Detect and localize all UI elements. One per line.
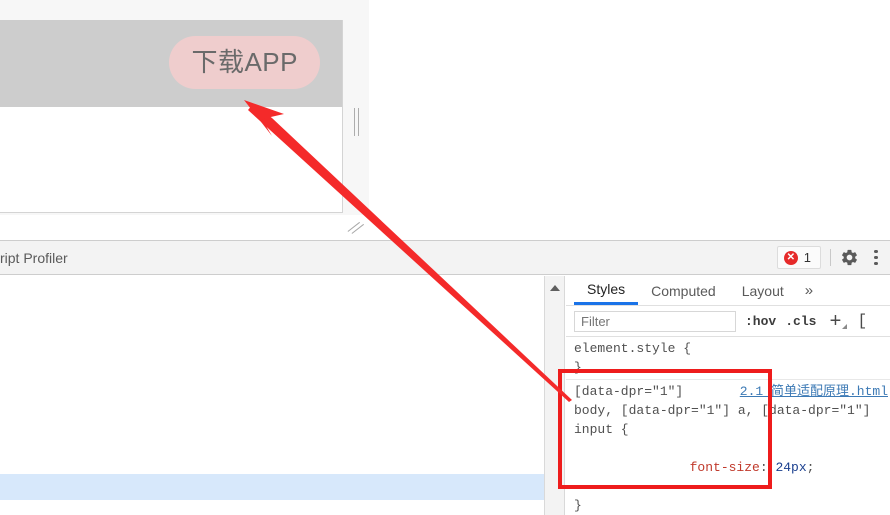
css-property-name[interactable]: font-size — [690, 460, 760, 475]
more-vertical-icon[interactable] — [868, 248, 884, 267]
css-rule-element-style[interactable]: element.style { } — [566, 337, 890, 379]
css-colon: : — [759, 460, 776, 475]
devtools-header-toolbar: ✕ 1 — [545, 240, 890, 275]
screenshot-root: 下载APP ript Profiler ✕ 1 Styles Computed … — [0, 0, 890, 515]
css-selector[interactable]: [data-dpr="1"] — [574, 382, 683, 401]
new-style-rule-button[interactable]: + — [825, 311, 848, 331]
css-rule-close-brace: } — [574, 498, 582, 513]
page-viewport: 下载APP — [0, 20, 343, 213]
download-app-button[interactable]: 下载APP — [169, 36, 320, 89]
styles-sidebar-body: Styles Computed Layout » :hov .cls + [ e… — [566, 276, 890, 515]
cls-toggle-button[interactable]: .cls — [785, 314, 816, 329]
tabs-overflow-chevron-icon[interactable]: » — [797, 276, 821, 305]
grip-line — [358, 108, 359, 136]
page-preview-pane: 下载APP — [0, 0, 369, 215]
gear-icon[interactable] — [840, 248, 859, 267]
selected-element-row[interactable] — [0, 474, 544, 500]
css-selector[interactable]: element.style { — [574, 339, 890, 358]
tab-styles[interactable]: Styles — [574, 276, 639, 305]
tab-computed[interactable]: Computed — [638, 276, 729, 305]
css-rule-close-brace: } — [574, 360, 582, 375]
corner-resize-handle-icon[interactable] — [347, 220, 365, 236]
tab-layout[interactable]: Layout — [729, 276, 797, 305]
page-body-area — [0, 107, 342, 212]
css-rules-list: element.style { } [data-dpr="1"] 2.1 简单适… — [566, 337, 890, 515]
filter-input[interactable] — [574, 310, 736, 332]
horizontal-resize-grip[interactable] — [352, 108, 362, 136]
css-property-value[interactable]: 24px — [775, 460, 806, 475]
css-rule-data-dpr[interactable]: [data-dpr="1"] 2.1 简单适配原理.html body, [da… — [566, 379, 890, 515]
elements-tree-pane[interactable] — [0, 276, 545, 515]
panel-tab-javascript-profiler[interactable]: ript Profiler — [0, 250, 68, 266]
styles-filter-toolbar: :hov .cls + [ — [566, 306, 890, 337]
error-count-label: 1 — [803, 250, 811, 265]
kebab-dot — [874, 262, 878, 266]
hov-toggle-button[interactable]: :hov — [745, 314, 776, 329]
toolbar-divider — [830, 249, 831, 266]
styles-sidebar: Styles Computed Layout » :hov .cls + [ e… — [545, 276, 890, 515]
devtools-panel-tabs-strip: ript Profiler — [0, 240, 545, 275]
kebab-dot — [874, 255, 878, 260]
page-header-bar: 下载APP — [0, 20, 342, 107]
css-semicolon: ; — [806, 460, 815, 475]
sidebar-scrollbar[interactable] — [545, 276, 565, 515]
css-selector-continued[interactable]: body, [data-dpr="1"] a, [data-dpr="1"] i… — [574, 401, 890, 439]
error-count-badge[interactable]: ✕ 1 — [776, 246, 821, 269]
kebab-dot — [874, 249, 878, 253]
triangle-up-icon[interactable] — [550, 285, 560, 291]
grip-line — [354, 108, 355, 136]
computed-sidebar-button: [ — [857, 312, 868, 330]
css-declaration-font-size[interactable]: font-size: 24px; — [574, 439, 890, 496]
css-origin-link[interactable]: 2.1 简单适配原理.html — [740, 382, 890, 401]
error-circle-icon: ✕ — [783, 250, 798, 265]
styles-tabbar: Styles Computed Layout » — [566, 276, 890, 306]
